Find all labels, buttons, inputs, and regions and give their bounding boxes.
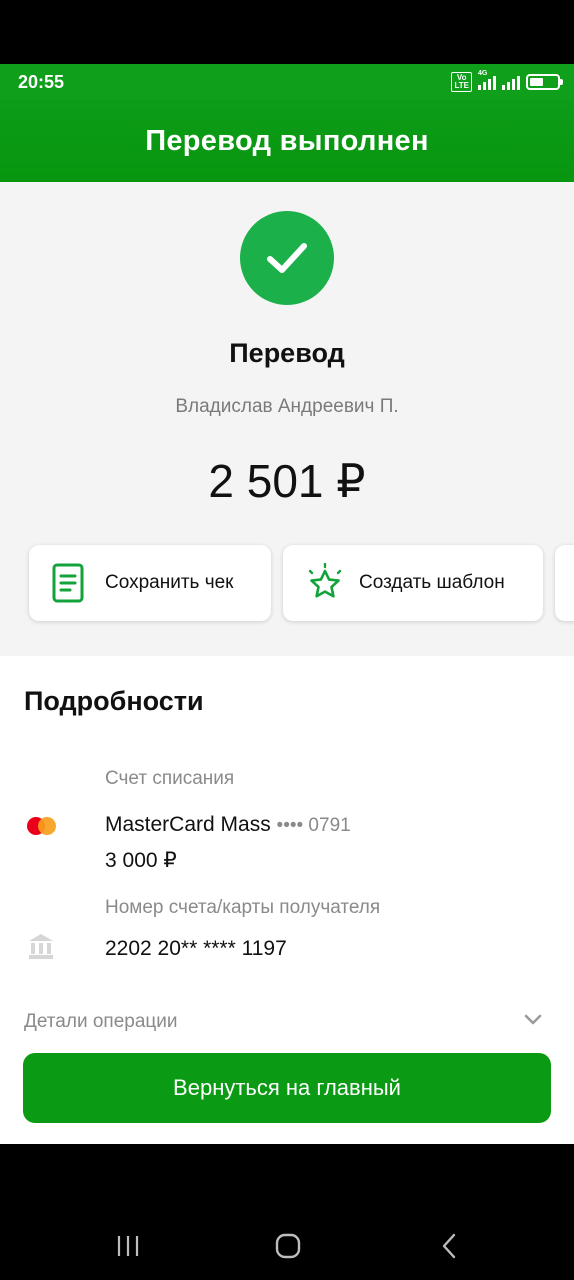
bank-icon	[28, 932, 54, 965]
details-section: Подробности Счет списания MasterCard Mas…	[0, 656, 574, 1032]
return-home-button[interactable]: Вернуться на главный	[23, 1053, 551, 1123]
transfer-title: Перевод	[229, 338, 345, 368]
transfer-amount: 2 501 ₽	[208, 455, 366, 507]
app-bar: Перевод выполнен	[0, 100, 574, 182]
back-icon[interactable]	[441, 1233, 457, 1264]
battery-fill	[530, 78, 543, 86]
save-receipt-button[interactable]: Сохранить чек	[29, 545, 271, 621]
bottom-bar: Вернуться на главный	[0, 1032, 574, 1144]
chevron-down-icon[interactable]	[524, 1013, 542, 1031]
more-actions-card[interactable]	[555, 545, 574, 621]
system-nav-bar	[0, 1144, 574, 1280]
save-receipt-label: Сохранить чек	[105, 572, 234, 593]
battery-icon	[526, 74, 563, 90]
operation-details-toggle[interactable]: Детали операции	[24, 1011, 178, 1032]
status-bar: 20:55 Vo LTE 4G	[0, 64, 574, 100]
recipient-number-label: Номер счета/карты получателя	[105, 897, 381, 918]
signal-4g-icon: 4G	[478, 70, 496, 90]
debit-card[interactable]: MasterCard Mass •••• 0791	[105, 813, 351, 837]
debit-account-label: Счет списания	[105, 768, 235, 789]
page-title: Перевод выполнен	[145, 125, 429, 157]
recipient-number: 2202 20** **** 1197	[105, 937, 287, 960]
star-icon	[305, 562, 345, 608]
transfer-summary: Перевод Владислав Андреевич П. 2 501 ₽ С…	[0, 182, 574, 656]
mastercard-icon	[27, 817, 57, 835]
receipt-icon	[51, 563, 85, 608]
success-check-icon	[240, 211, 334, 305]
status-icons: Vo LTE 4G	[451, 70, 563, 92]
recipient-name: Владислав Андреевич П.	[175, 396, 399, 417]
camera-cutout-area	[0, 0, 574, 64]
status-time: 20:55	[18, 72, 65, 92]
card-balance: 3 000 ₽	[105, 849, 177, 872]
recents-icon[interactable]	[116, 1234, 140, 1263]
signal-icon	[502, 74, 520, 90]
create-template-button[interactable]: Создать шаблон	[283, 545, 543, 621]
home-icon[interactable]	[275, 1233, 301, 1264]
card-name: MasterCard Mass	[105, 813, 271, 836]
network-label: 4G	[478, 70, 488, 77]
details-title: Подробности	[24, 686, 204, 716]
volte-icon: Vo LTE	[451, 72, 472, 92]
card-mask: •••• 0791	[276, 815, 351, 836]
create-template-label: Создать шаблон	[359, 572, 505, 593]
